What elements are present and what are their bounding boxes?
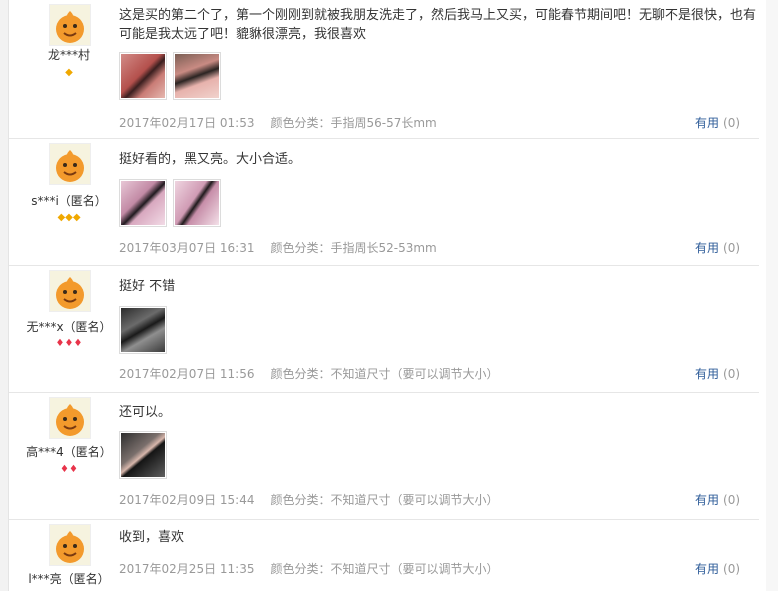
avatar[interactable]: [49, 524, 91, 566]
username: 高***4（匿名）: [26, 445, 112, 459]
review-photo[interactable]: [119, 431, 167, 479]
review-photo[interactable]: [119, 306, 167, 354]
avatar[interactable]: [49, 143, 91, 185]
left-scroll-rail: [0, 0, 9, 591]
review-photo[interactable]: [173, 52, 221, 100]
sku-spec: 颜色分类：手指周长52-53mm: [270, 241, 437, 255]
useful-button[interactable]: 有用 (0): [695, 114, 740, 131]
review-text: 挺好看的，黑又亮。大小合适。: [119, 152, 302, 167]
mascot-avatar-icon: [56, 150, 84, 182]
review-date: 2017年02月09日 15:44: [119, 493, 255, 507]
useful-button[interactable]: 有用 (0): [695, 491, 740, 508]
review-photos: [119, 306, 173, 354]
user-level-icon: ◆◆◆: [57, 212, 81, 223]
review-text: 还可以。: [119, 405, 172, 420]
review-item: s***i（匿名） ◆◆◆ 挺好看的，黑又亮。大小合适。 2017年03月07日…: [9, 139, 759, 266]
avatar[interactable]: [49, 397, 91, 439]
useful-label: 有用: [695, 493, 720, 507]
username: l***亮（匿名）: [28, 572, 110, 586]
review-item: 无***x（匿名） ♦♦♦ 挺好 不错 2017年02月07日 11:56 颜色分…: [9, 266, 759, 393]
avatar[interactable]: [49, 270, 91, 312]
review-photos: [119, 52, 227, 100]
username: 龙***村: [47, 48, 90, 62]
user-level-icon: ♦♦: [60, 464, 78, 475]
review-photos: [119, 179, 227, 227]
user-level-icon: ◆: [65, 67, 73, 78]
mascot-avatar-icon: [56, 531, 84, 563]
useful-label: 有用: [695, 367, 720, 381]
mascot-avatar-icon: [56, 11, 84, 43]
useful-label: 有用: [695, 241, 720, 255]
right-scroll-rail: [766, 0, 778, 591]
review-item: l***亮（匿名） 收到，喜欢 2017年02月25日 11:35 颜色分类：不知…: [9, 520, 759, 591]
review-meta: 2017年02月09日 15:44 颜色分类：不知道尺寸（要可以调节大小）: [119, 491, 499, 508]
review-item: 龙***村 ◆ 这是买的第二个了，第一个刚刚到就被我朋友洗走了，然后我马上又买，…: [9, 0, 759, 139]
review-date: 2017年02月07日 11:56: [119, 367, 255, 381]
username: s***i（匿名）: [31, 194, 107, 208]
useful-label: 有用: [695, 116, 720, 130]
sku-spec: 颜色分类：不知道尺寸（要可以调节大小）: [270, 367, 499, 381]
sku-spec: 颜色分类：不知道尺寸（要可以调节大小）: [270, 493, 499, 507]
mascot-avatar-icon: [56, 404, 84, 436]
review-meta: 2017年02月07日 11:56 颜色分类：不知道尺寸（要可以调节大小）: [119, 365, 499, 382]
review-date: 2017年02月25日 11:35: [119, 562, 255, 576]
review-photo[interactable]: [119, 52, 167, 100]
review-meta: 2017年02月17日 01:53 颜色分类：手指周56-57长mm: [119, 114, 437, 131]
review-photo[interactable]: [173, 179, 221, 227]
mascot-avatar-icon: [56, 277, 84, 309]
review-date: 2017年02月17日 01:53: [119, 116, 255, 130]
review-photo[interactable]: [119, 179, 167, 227]
username: 无***x（匿名）: [26, 320, 112, 334]
useful-count: (0): [723, 493, 741, 507]
review-meta: 2017年03月07日 16:31 颜色分类：手指周长52-53mm: [119, 239, 437, 256]
useful-count: (0): [723, 241, 741, 255]
useful-button[interactable]: 有用 (0): [695, 560, 740, 577]
review-text: 收到，喜欢: [119, 530, 185, 545]
avatar[interactable]: [49, 4, 91, 46]
sku-spec: 颜色分类：手指周56-57长mm: [270, 116, 437, 130]
useful-count: (0): [723, 562, 741, 576]
review-date: 2017年03月07日 16:31: [119, 241, 255, 255]
useful-button[interactable]: 有用 (0): [695, 365, 740, 382]
review-text: 挺好 不错: [119, 279, 176, 294]
useful-label: 有用: [695, 562, 720, 576]
useful-count: (0): [723, 116, 741, 130]
user-level-icon: ♦♦♦: [55, 338, 83, 349]
review-text: 这是买的第二个了，第一个刚刚到就被我朋友洗走了，然后我马上又买，可能春节期间吧！…: [119, 8, 757, 42]
review-meta: 2017年02月25日 11:35 颜色分类：不知道尺寸（要可以调节大小）: [119, 560, 499, 577]
sku-spec: 颜色分类：不知道尺寸（要可以调节大小）: [270, 562, 499, 576]
review-item: 高***4（匿名） ♦♦ 还可以。 2017年02月09日 15:44 颜色分类：…: [9, 393, 759, 520]
useful-button[interactable]: 有用 (0): [695, 239, 740, 256]
review-photos: [119, 431, 173, 479]
useful-count: (0): [723, 367, 741, 381]
